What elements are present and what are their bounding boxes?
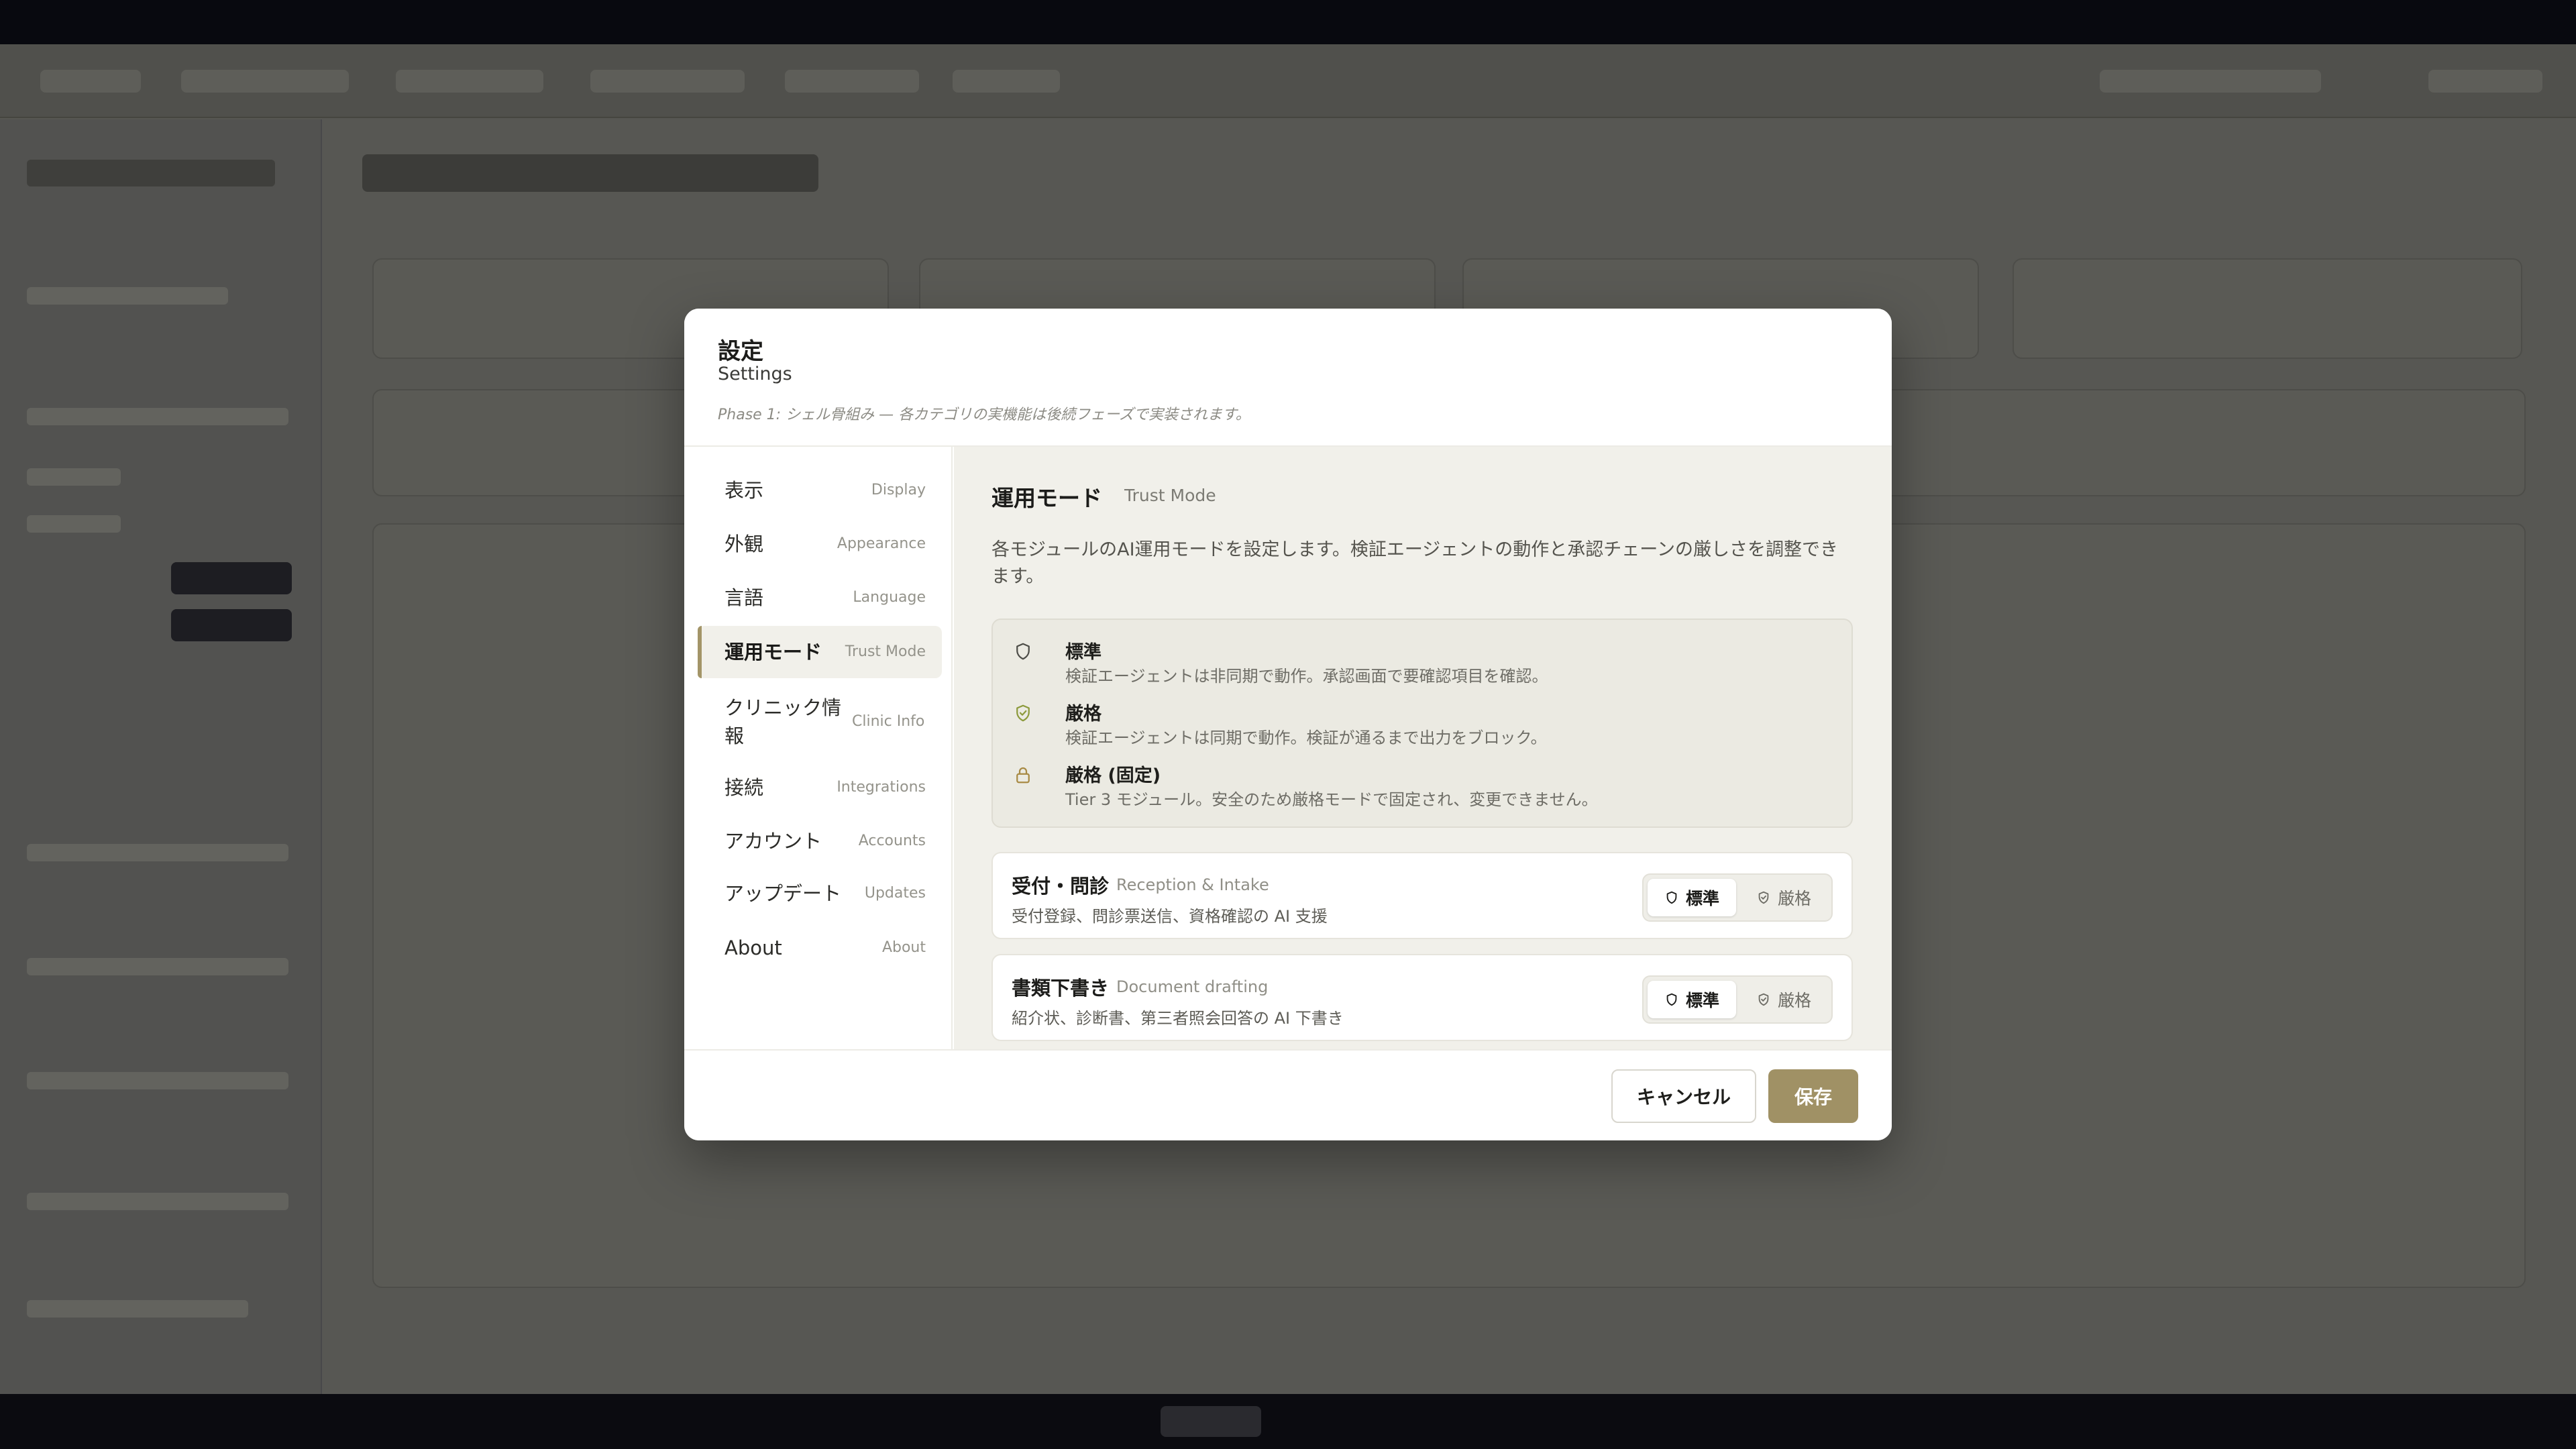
background-sidebar-line bbox=[27, 408, 288, 425]
trust-mode-panel: 運用モード Trust Mode 各モジュールのAI運用モードを設定します。検証… bbox=[954, 447, 1892, 1049]
legend-name: 厳格 bbox=[1065, 704, 1102, 724]
background-sidebar bbox=[0, 119, 322, 1394]
background-sidebar-line bbox=[27, 287, 228, 305]
background-sidebar-line bbox=[27, 1300, 248, 1318]
legend-description: 検証エージェントは同期で動作。検証が通るまで出力をブロック。 bbox=[1065, 729, 1547, 747]
background-page-title bbox=[362, 154, 818, 192]
dialog-subtitle: Settings bbox=[718, 364, 792, 384]
dialog-footer: キャンセル 保存 bbox=[684, 1049, 1892, 1140]
save-button[interactable]: 保存 bbox=[1768, 1069, 1858, 1123]
background-sidebar-chip bbox=[171, 609, 292, 641]
background-nav-item bbox=[396, 70, 543, 93]
shield-check-icon bbox=[1758, 891, 1769, 904]
background-top-bar bbox=[0, 0, 2576, 44]
section-title: 運用モード bbox=[991, 485, 1102, 511]
nav-item-label: 外観 bbox=[724, 533, 764, 555]
nav-item-sublabel: Integrations bbox=[837, 779, 926, 796]
background-nav-item bbox=[2100, 70, 2321, 93]
module-card-reception: 受付・問診 Reception & Intake 受付登録、問診票送信、資格確認… bbox=[991, 852, 1853, 939]
background-sidebar-line bbox=[27, 515, 121, 533]
module-description: 受付登録、問診票送信、資格確認の AI 支援 bbox=[1012, 907, 1328, 926]
module-english-name: Reception & Intake bbox=[1116, 875, 1269, 894]
shield-icon bbox=[1666, 993, 1677, 1006]
nav-item-sublabel: Accounts bbox=[858, 833, 926, 849]
nav-item-language[interactable]: 言語 Language bbox=[698, 572, 942, 624]
background-sidebar-line bbox=[27, 844, 288, 861]
section-description: 各モジュールのAI運用モードを設定します。検証エージェントの動作と承認チェーンの… bbox=[991, 539, 1838, 587]
mode-option-label: 標準 bbox=[1685, 889, 1719, 908]
nav-item-label: アカウント bbox=[724, 830, 822, 853]
nav-item-label: 表示 bbox=[724, 479, 764, 502]
nav-item-about[interactable]: About About bbox=[698, 922, 942, 974]
nav-item-label: About bbox=[724, 936, 782, 959]
background-nav-item bbox=[40, 70, 141, 93]
nav-item-label: 言語 bbox=[724, 586, 764, 609]
mode-option-label: 厳格 bbox=[1777, 991, 1811, 1010]
dialog-header: 設定 Settings Phase 1: シェル骨組み — 各カテゴリの実機能は… bbox=[684, 309, 1892, 447]
background-nav-item bbox=[953, 70, 1060, 93]
settings-dialog: 設定 Settings Phase 1: シェル骨組み — 各カテゴリの実機能は… bbox=[684, 309, 1892, 1140]
mode-option-label: 厳格 bbox=[1777, 889, 1811, 908]
mode-toggle: 標準 厳格 bbox=[1642, 975, 1833, 1024]
mode-option-standard[interactable]: 標準 bbox=[1648, 879, 1736, 916]
mode-option-label: 標準 bbox=[1685, 991, 1719, 1010]
module-description: 紹介状、診断書、第三者照会回答の AI 下書き bbox=[1012, 1009, 1344, 1028]
mode-option-standard[interactable]: 標準 bbox=[1648, 981, 1736, 1018]
module-card-document-drafting: 書類下書き Document drafting 紹介状、診断書、第三者照会回答の… bbox=[991, 954, 1853, 1041]
legend-description: Tier 3 モジュール。安全のため厳格モードで固定され、変更できません。 bbox=[1065, 790, 1598, 809]
nav-item-sublabel: Appearance bbox=[837, 535, 926, 552]
nav-item-sublabel: Trust Mode bbox=[845, 643, 926, 660]
legend-description: 検証エージェントは非同期で動作。承認画面で要確認項目を確認。 bbox=[1065, 667, 1548, 686]
nav-item-sublabel: About bbox=[881, 939, 926, 956]
nav-item-clinic-info[interactable]: クリニック情報 Clinic Info bbox=[698, 682, 942, 762]
phase-note: Phase 1: シェル骨組み — 各カテゴリの実機能は後続フェーズで実装されま… bbox=[718, 407, 1250, 423]
cancel-button[interactable]: キャンセル bbox=[1611, 1069, 1756, 1123]
nav-item-display[interactable]: 表示 Display bbox=[698, 464, 942, 517]
background-nav-bar bbox=[0, 44, 2576, 118]
mode-option-strict[interactable]: 厳格 bbox=[1740, 879, 1827, 916]
nav-item-label: アップデート bbox=[724, 882, 842, 905]
nav-item-sublabel: Clinic Info bbox=[852, 713, 925, 730]
background-sidebar-line bbox=[27, 958, 288, 975]
module-name: 受付・問診 bbox=[1012, 875, 1110, 898]
mode-toggle: 標準 厳格 bbox=[1642, 873, 1833, 922]
background-nav-item bbox=[2428, 70, 2542, 93]
background-sidebar-line bbox=[27, 1193, 288, 1210]
nav-item-sublabel: Language bbox=[853, 589, 926, 606]
shield-icon bbox=[1666, 891, 1677, 904]
background-sidebar-title bbox=[27, 160, 275, 186]
background-sidebar-line bbox=[27, 468, 121, 486]
background-stat-card bbox=[2012, 258, 2522, 359]
settings-nav: 表示 Display 外観 Appearance 言語 Language 運用モ… bbox=[684, 447, 953, 1049]
background-status-chip bbox=[1161, 1406, 1261, 1437]
background-nav-item bbox=[181, 70, 349, 93]
nav-item-sublabel: Display bbox=[871, 482, 926, 498]
shield-icon bbox=[1016, 643, 1030, 660]
nav-item-accounts[interactable]: アカウント Accounts bbox=[698, 815, 942, 867]
background-nav-item bbox=[590, 70, 745, 93]
mode-legend: 標準 検証エージェントは非同期で動作。承認画面で要確認項目を確認。 厳格 検証エ… bbox=[991, 619, 1853, 828]
nav-item-label: 運用モード bbox=[724, 641, 822, 663]
nav-item-label: 接続 bbox=[724, 776, 764, 799]
background-status-bar bbox=[0, 1394, 2576, 1449]
nav-item-trust-mode[interactable]: 運用モード Trust Mode bbox=[698, 626, 942, 678]
dialog-title: 設定 bbox=[718, 338, 763, 365]
lock-icon bbox=[1016, 767, 1030, 784]
section-subtitle: Trust Mode bbox=[1124, 486, 1216, 505]
background-sidebar-line bbox=[27, 1072, 288, 1089]
legend-name: 標準 bbox=[1065, 642, 1102, 663]
background-sidebar-chip bbox=[171, 562, 292, 594]
nav-item-integrations[interactable]: 接続 Integrations bbox=[698, 761, 942, 814]
nav-item-sublabel: Updates bbox=[864, 885, 926, 902]
shield-check-icon bbox=[1016, 704, 1030, 722]
nav-item-updates[interactable]: アップデート Updates bbox=[698, 867, 942, 920]
legend-name: 厳格 (固定) bbox=[1065, 765, 1161, 786]
mode-option-strict[interactable]: 厳格 bbox=[1740, 981, 1827, 1018]
shield-check-icon bbox=[1758, 993, 1769, 1006]
background-nav-item bbox=[785, 70, 919, 93]
module-english-name: Document drafting bbox=[1116, 977, 1269, 996]
module-name: 書類下書き bbox=[1012, 977, 1110, 1000]
nav-item-appearance[interactable]: 外観 Appearance bbox=[698, 518, 942, 570]
nav-item-label: クリニック情報 bbox=[724, 696, 842, 747]
